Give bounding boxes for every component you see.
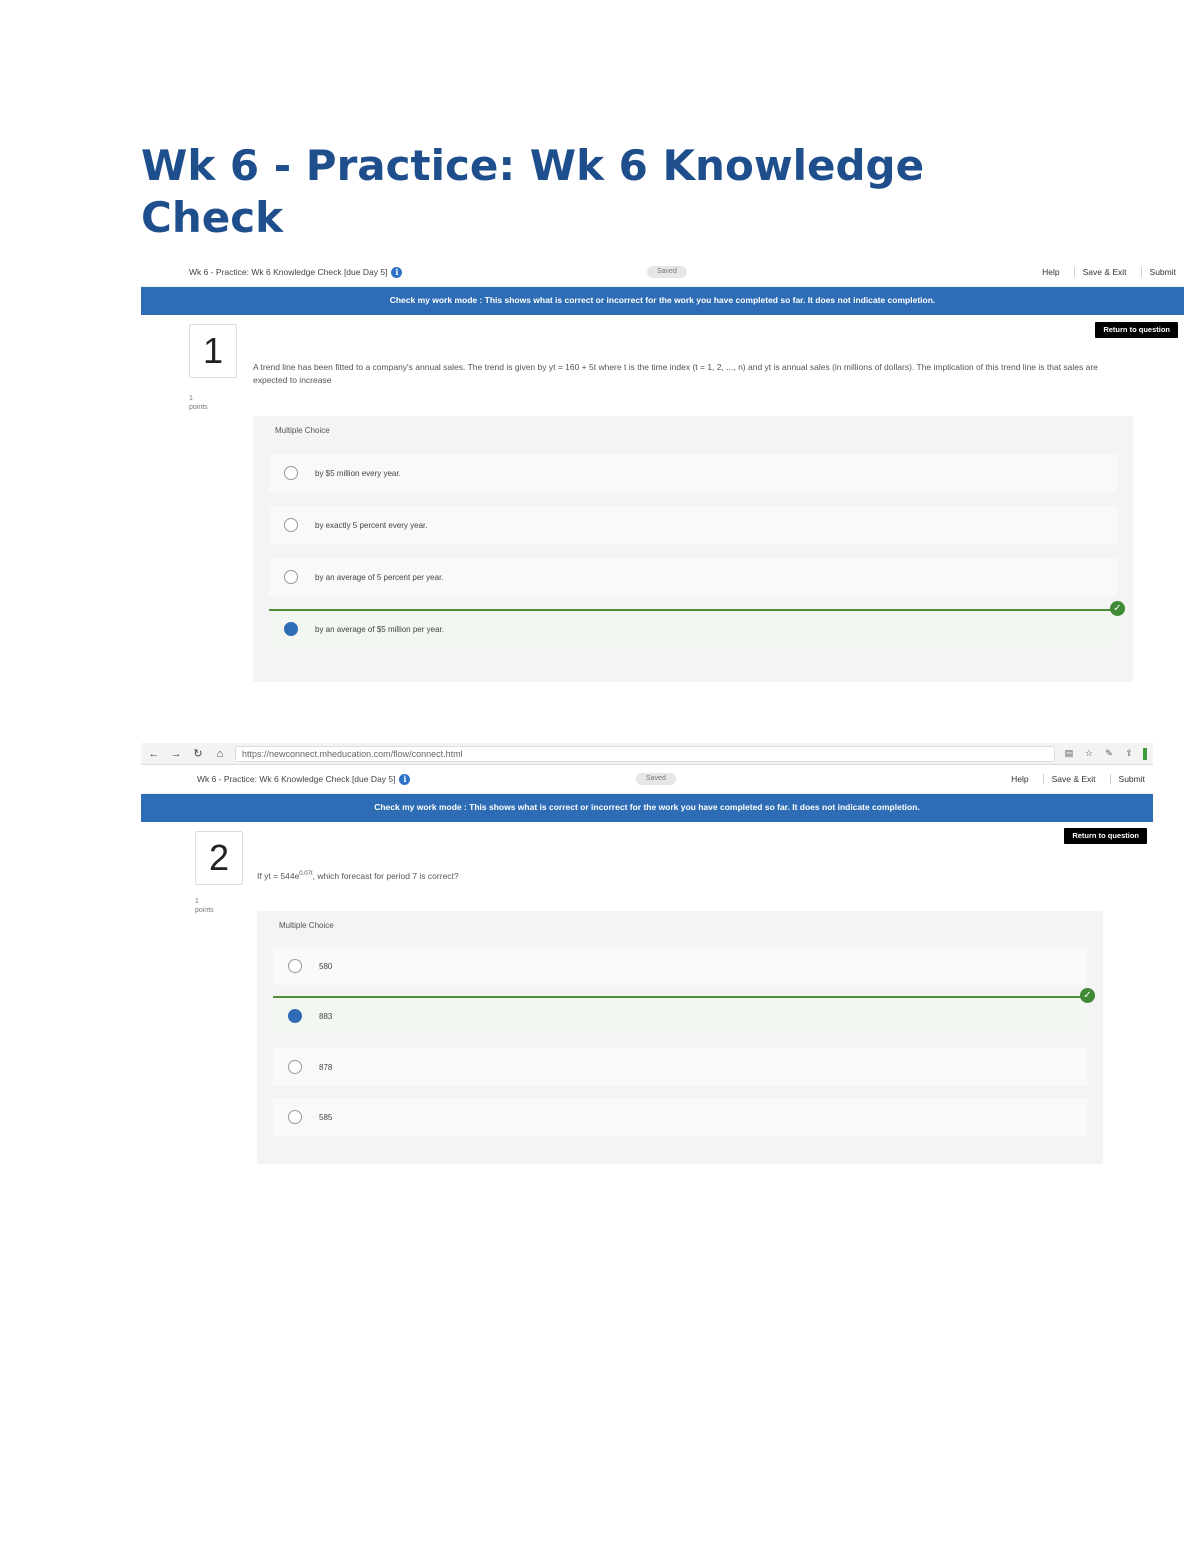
assignment-title: Wk 6 - Practice: Wk 6 Knowledge Check [d… [197,774,396,784]
question-text: A trend line has been fitted to a compan… [253,362,1098,385]
reader-mode-icon[interactable]: ▤ [1063,748,1075,760]
radio-button-selected[interactable] [288,1009,302,1023]
answer-option-correct[interactable]: 883 ✓ [273,988,1095,1034]
browser-toolbar: ← → ↻ ⌂ https://newconnect.mheducation.c… [141,743,1153,765]
question-number: 2 [195,831,243,885]
address-bar[interactable]: https://newconnect.mheducation.com/flow/… [235,745,1055,762]
answer-option[interactable]: by an average of 5 percent per year. [269,558,1117,596]
bookmark-star-icon[interactable]: ☆ [1083,748,1095,760]
answer-option-text: 883 [319,1011,333,1021]
home-icon[interactable]: ⌂ [213,748,227,760]
correct-check-icon: ✓ [1110,601,1125,616]
header-links: Help Save & Exit Submit [1003,774,1145,784]
radio-button[interactable] [288,1060,302,1074]
assignment-header: Wk 6 - Practice: Wk 6 Knowledge Check [d… [141,258,1184,287]
answer-option[interactable]: by $5 million every year. [269,454,1117,492]
multiple-choice-panel: Multiple Choice by $5 million every year… [253,416,1133,682]
points-value: 1 [189,395,193,402]
saved-indicator: Saved [647,266,687,278]
extension-icon[interactable] [1143,747,1147,760]
answer-option[interactable]: by exactly 5 percent every year. [269,506,1117,544]
answer-option-text: 580 [319,961,333,971]
answer-option-text: 878 [319,1062,333,1072]
return-to-question-button[interactable]: Return to question [1095,322,1178,338]
radio-button[interactable] [284,518,298,532]
help-link[interactable]: Help [1003,774,1028,784]
assignment-title-group: Wk 6 - Practice: Wk 6 Knowledge Check [d… [189,266,403,278]
assignment-header: Wk 6 - Practice: Wk 6 Knowledge Check [d… [141,765,1153,794]
reload-icon[interactable]: ↻ [191,747,205,760]
answer-option-text: by an average of 5 percent per year. [315,572,444,582]
multiple-choice-panel: Multiple Choice 580 883 ✓ 878 585 [257,911,1103,1164]
save-exit-link[interactable]: Save & Exit [1073,267,1127,277]
question-points: 1 points [195,897,214,915]
info-icon[interactable]: i [399,773,411,785]
document-title: Wk 6 - Practice: Wk 6 Knowledge Check [141,141,925,242]
multiple-choice-label: Multiple Choice [275,426,330,435]
submit-link[interactable]: Submit [1109,774,1145,784]
info-icon[interactable]: i [391,266,403,278]
answer-option-text: by an average of $5 million per year. [315,624,444,634]
answer-option-text: by exactly 5 percent every year. [315,520,428,530]
check-mode-banner: Check my work mode : This shows what is … [141,794,1153,822]
answer-option[interactable]: 878 [273,1048,1087,1086]
assignment-title: Wk 6 - Practice: Wk 6 Knowledge Check [d… [189,267,388,277]
assignment-title-group: Wk 6 - Practice: Wk 6 Knowledge Check [d… [197,773,411,785]
radio-button[interactable] [284,466,298,480]
question-text-suffix: , which forecast for period 7 is correct… [312,870,459,881]
answer-option-text: by $5 million every year. [315,468,401,478]
answer-option[interactable]: 580 [273,947,1087,985]
question-points: 1 points [189,394,208,412]
radio-button[interactable] [288,1110,302,1124]
radio-button-selected[interactable] [284,622,298,636]
check-mode-banner: Check my work mode : This shows what is … [141,287,1184,315]
answer-option-text: 585 [319,1112,333,1122]
multiple-choice-label: Multiple Choice [279,921,334,930]
answer-option-correct[interactable]: by an average of $5 million per year. ✓ [269,601,1125,647]
return-to-question-button[interactable]: Return to question [1064,828,1147,844]
header-links: Help Save & Exit Submit [1034,267,1176,277]
question-text-prefix: If yt = 544e [257,870,300,881]
question-number: 1 [189,324,237,378]
pen-icon[interactable]: ✎ [1103,748,1115,760]
question-exponent: 0.07t [299,871,313,877]
points-label: points [189,404,208,411]
points-label: points [195,907,214,914]
share-icon[interactable]: ⇪ [1123,748,1135,760]
points-value: 1 [195,898,199,905]
save-exit-link[interactable]: Save & Exit [1042,774,1096,784]
saved-indicator: Saved [636,773,676,785]
screenshot-question-1: Wk 6 - Practice: Wk 6 Knowledge Check [d… [141,258,1184,688]
screenshot-question-2: ← → ↻ ⌂ https://newconnect.mheducation.c… [141,743,1153,1173]
correct-check-icon: ✓ [1080,988,1095,1003]
answer-option[interactable]: 585 [273,1098,1087,1136]
help-link[interactable]: Help [1034,267,1059,277]
submit-link[interactable]: Submit [1140,267,1176,277]
forward-arrow-icon[interactable]: → [169,748,183,760]
radio-button[interactable] [288,959,302,973]
back-arrow-icon[interactable]: ← [147,748,161,760]
radio-button[interactable] [284,570,298,584]
question-text: If yt = 544e0.07t, which forecast for pe… [257,868,1117,883]
